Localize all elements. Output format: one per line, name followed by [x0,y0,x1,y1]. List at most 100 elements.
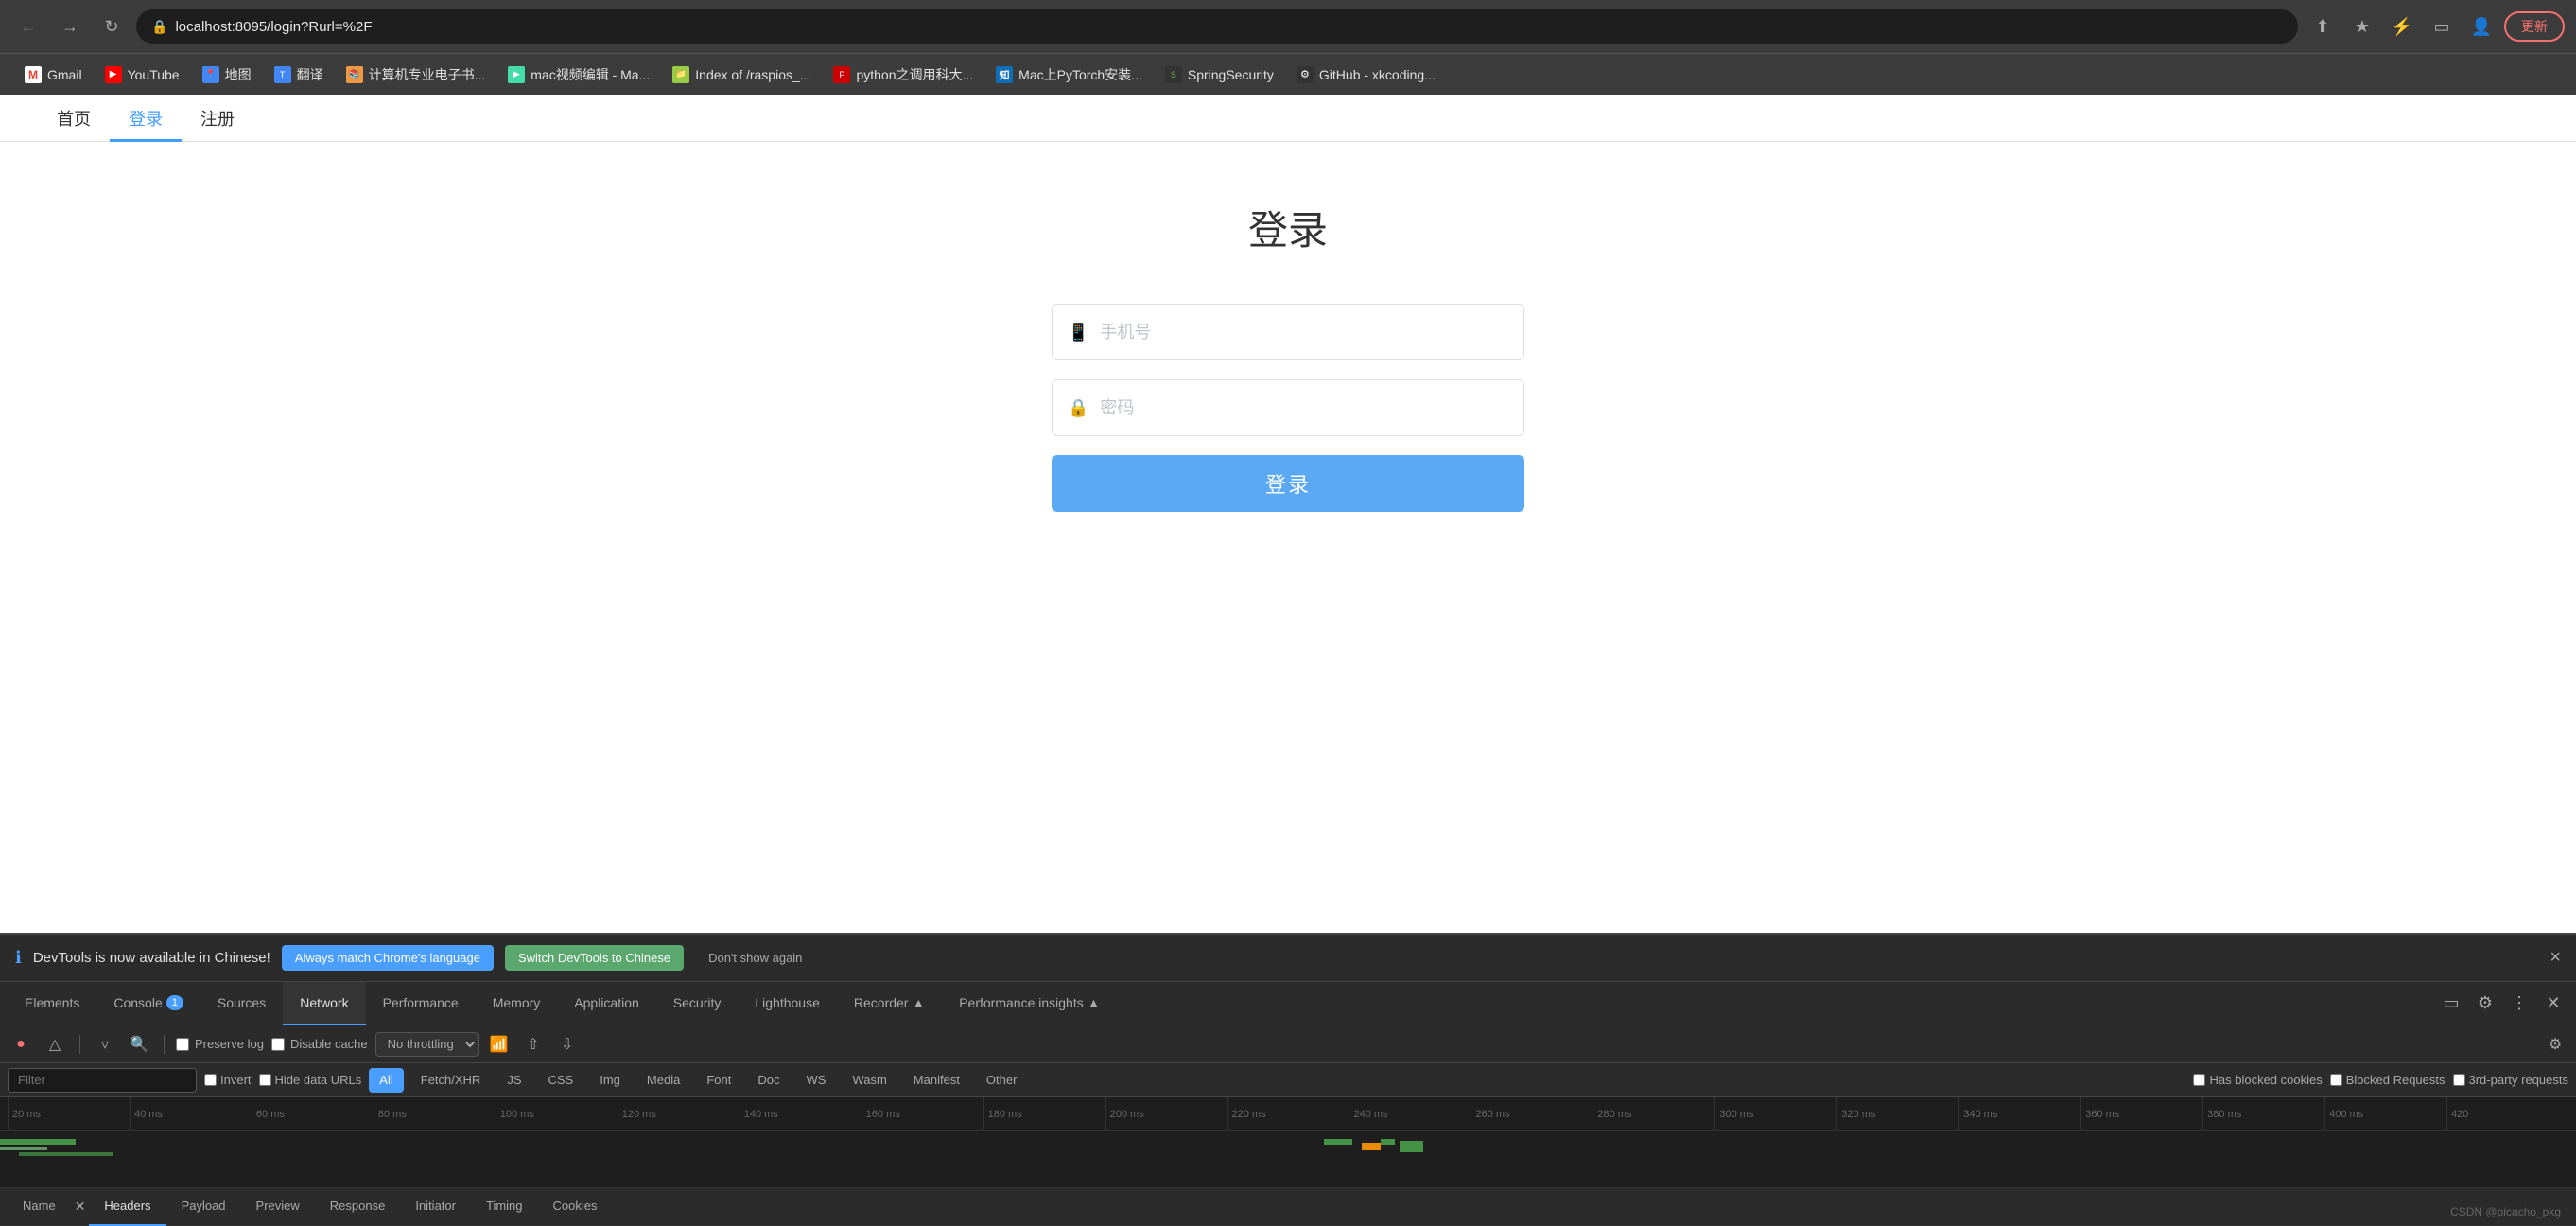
disable-cache-checkbox[interactable]: Disable cache [271,1037,368,1051]
nav-home[interactable]: 首页 [38,95,110,142]
bookmark-zhihu[interactable]: 知 Mac上PyTorch安装... [986,61,1152,88]
panel-tab-response[interactable]: Response [315,1188,401,1226]
translate-favicon: T [274,66,291,83]
share-button[interactable]: ⬆ [2306,9,2340,44]
filter-type-js[interactable]: JS [497,1068,531,1093]
panel-tab-close-x[interactable]: ✕ [71,1199,90,1215]
dont-show-again-button[interactable]: Don't show again [695,945,815,971]
hide-data-urls-checkbox[interactable]: Hide data URLs [259,1073,362,1087]
filter-type-font[interactable]: Font [697,1068,740,1093]
devtools-chart [0,1131,2576,1188]
update-button[interactable]: 更新 [2504,11,2565,42]
tab-lighthouse[interactable]: Lighthouse [738,982,837,1025]
panel-tab-payload[interactable]: Payload [166,1188,241,1226]
tab-security[interactable]: Security [656,982,739,1025]
bookmark-mac[interactable]: ▶ mac视频编辑 - Ma... [498,61,659,88]
timeline-markers: 20 ms 40 ms 60 ms 80 ms 100 ms 120 ms 14… [8,1097,2568,1131]
bookmark-button[interactable]: ★ [2345,9,2379,44]
timeline-mark-220: 220 ms [1227,1097,1349,1131]
forward-button[interactable]: → [53,9,87,44]
upload-button[interactable]: ⇧ [520,1031,547,1058]
record-button[interactable]: ● [8,1031,34,1058]
blocked-requests-checkbox[interactable]: Blocked Requests [2330,1073,2445,1087]
download-button[interactable]: ⇩ [554,1031,581,1058]
panel-tab-preview[interactable]: Preview [241,1188,315,1226]
filter-button[interactable]: ▿ [92,1031,118,1058]
preserve-log-checkbox[interactable]: Preserve log [176,1037,264,1051]
third-party-checkbox[interactable]: 3rd-party requests [2453,1073,2569,1087]
tab-application[interactable]: Application [557,982,656,1025]
filter-type-manifest[interactable]: Manifest [904,1068,969,1093]
close-devtools-button[interactable]: ✕ [2538,989,2568,1019]
wifi-button[interactable]: 📶 [486,1031,513,1058]
tab-sources[interactable]: Sources [200,982,283,1025]
phone-input[interactable] [1100,323,1508,342]
extensions-button[interactable]: ⚡ [2385,9,2419,44]
devtools-notification: ℹ DevTools is now available in Chinese! … [0,935,2576,982]
switch-devtools-button[interactable]: Switch DevTools to Chinese [505,945,684,971]
tab-recorder[interactable]: Recorder ▲ [837,982,942,1025]
nav-login[interactable]: 登录 [110,95,182,142]
bookmark-youtube[interactable]: ▶ YouTube [96,62,189,87]
filter-type-css[interactable]: CSS [539,1068,583,1093]
address-bar[interactable]: 🔒 localhost:8095/login?Rurl=%2F [136,9,2298,44]
panel-tab-name[interactable]: Name [8,1188,71,1226]
bookmark-index[interactable]: 📁 Index of /raspios_... [663,62,820,87]
tab-memory[interactable]: Memory [476,982,558,1025]
tab-performance-insights[interactable]: Performance insights ▲ [942,982,1117,1025]
search-button[interactable]: 🔍 [126,1031,152,1058]
tab-network[interactable]: Network [283,982,365,1025]
bookmark-github[interactable]: ⚙ GitHub - xkcoding... [1287,62,1445,87]
password-input[interactable] [1100,398,1508,418]
panel-tab-initiator[interactable]: Initiator [400,1188,471,1226]
timeline-mark-360: 360 ms [2080,1097,2202,1131]
clear-button[interactable]: △ [42,1031,68,1058]
tab-elements[interactable]: Elements [8,982,96,1025]
bookmark-spring[interactable]: S SpringSecurity [1156,62,1283,87]
tab-console[interactable]: Console 1 [96,982,200,1025]
filter-type-other[interactable]: Other [977,1068,1027,1093]
panel-tab-headers[interactable]: Headers [89,1188,165,1226]
index-favicon: 📁 [672,66,689,83]
settings-button[interactable]: ⚙ [2470,989,2500,1019]
login-button[interactable]: 登录 [1052,455,1524,512]
filter-type-img[interactable]: Img [590,1068,630,1093]
password-input-wrapper: 🔒 [1052,379,1524,436]
bookmark-maps[interactable]: 📍 地图 [193,61,261,88]
nav-register[interactable]: 注册 [182,95,253,142]
filter-type-media[interactable]: Media [637,1068,689,1093]
split-button[interactable]: ▭ [2425,9,2459,44]
throttle-select[interactable]: No throttling [375,1032,479,1057]
timeline-mark-400: 400 ms [2324,1097,2446,1131]
bookmark-book[interactable]: 📚 计算机专业电子书... [337,61,496,88]
devtools-filter: Invert Hide data URLs All Fetch/XHR JS C… [0,1063,2576,1097]
phone-input-wrapper: 📱 [1052,304,1524,360]
panel-tab-cookies[interactable]: Cookies [538,1188,613,1226]
profile-button[interactable]: 👤 [2464,9,2498,44]
bookmark-translate[interactable]: T 翻译 [265,61,333,88]
filter-type-wasm[interactable]: Wasm [843,1068,896,1093]
dock-button[interactable]: ▭ [2436,989,2466,1019]
timeline-mark-160: 160 ms [862,1097,983,1131]
timeline-mark-380: 380 ms [2202,1097,2324,1131]
timeline-mark-420: 420 [2446,1097,2568,1131]
timeline-mark-280: 280 ms [1593,1097,1714,1131]
reload-button[interactable]: ↻ [95,9,129,44]
more-button[interactable]: ⋮ [2504,989,2534,1019]
tab-performance[interactable]: Performance [366,982,476,1025]
invert-checkbox[interactable]: Invert [204,1073,252,1087]
more-toolbar-button[interactable]: ⚙ [2542,1031,2568,1058]
filter-type-all[interactable]: All [369,1068,403,1093]
back-button[interactable]: ← [11,9,45,44]
has-blocked-checkbox[interactable]: Has blocked cookies [2193,1073,2322,1087]
filter-input[interactable] [8,1068,197,1093]
bookmark-gmail[interactable]: M Gmail [15,62,92,87]
always-match-button[interactable]: Always match Chrome's language [282,945,494,971]
panel-tab-timing[interactable]: Timing [471,1188,538,1226]
filter-type-ws[interactable]: WS [796,1068,835,1093]
notification-close-button[interactable]: × [2550,947,2561,969]
bookmark-python[interactable]: P python之调用科大... [824,61,983,88]
filter-type-fetch-xhr[interactable]: Fetch/XHR [411,1068,491,1093]
login-form: 📱 🔒 登录 [1052,304,1524,512]
filter-type-doc[interactable]: Doc [748,1068,789,1093]
